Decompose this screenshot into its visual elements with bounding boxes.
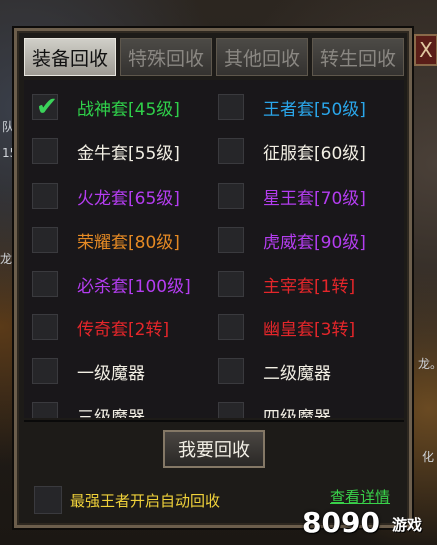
- scene-text: 龙: [0, 252, 13, 266]
- item-checkbox[interactable]: ✔: [32, 92, 58, 122]
- item-checkbox[interactable]: [218, 271, 244, 297]
- recycle-tabs: 装备回收 特殊回收 其他回收 转生回收: [24, 38, 404, 76]
- item-label: 火龙套[65级]: [77, 188, 180, 209]
- item-checkbox[interactable]: [32, 183, 58, 209]
- item-label: 四级魔器: [263, 407, 331, 419]
- divider: [24, 420, 404, 422]
- tab-other-recycle[interactable]: 其他回收: [216, 38, 308, 76]
- auto-recycle-checkbox[interactable]: [34, 486, 62, 514]
- recycle-item[interactable]: 二级魔器: [218, 356, 331, 386]
- tab-special-recycle[interactable]: 特殊回收: [120, 38, 212, 76]
- recycle-item[interactable]: 荣耀套[80级]: [32, 225, 180, 255]
- item-label: 传奇套[2转]: [77, 319, 170, 340]
- recycle-item[interactable]: 金牛套[55级]: [32, 136, 180, 166]
- recycle-button[interactable]: 我要回收: [163, 430, 265, 468]
- item-checkbox[interactable]: [32, 314, 58, 340]
- recycle-item[interactable]: 一级魔器: [32, 356, 145, 386]
- recycle-item[interactable]: 征服套[60级]: [218, 136, 366, 166]
- recycle-item[interactable]: 四级魔器: [218, 400, 331, 418]
- watermark-tag: 游戏: [392, 516, 423, 534]
- item-checkbox[interactable]: [32, 227, 58, 253]
- recycle-item[interactable]: 幽皇套[3转]: [218, 312, 355, 342]
- item-checkbox[interactable]: [218, 227, 244, 253]
- item-label: 三级魔器: [77, 407, 145, 419]
- auto-recycle-option[interactable]: 最强王者开启自动回收: [34, 486, 220, 514]
- item-label: 必杀套[100级]: [77, 276, 191, 297]
- scene-text: 龙。: [418, 357, 437, 371]
- recycle-item[interactable]: ✔ 战神套[45级]: [32, 92, 180, 122]
- close-icon: X: [419, 38, 433, 62]
- item-checkbox[interactable]: [218, 138, 244, 164]
- recycle-item[interactable]: 火龙套[65级]: [32, 181, 180, 211]
- scene-text: 化: [422, 450, 435, 464]
- item-checkbox[interactable]: [32, 138, 58, 164]
- tab-rebirth-recycle[interactable]: 转生回收: [312, 38, 404, 76]
- item-label: 王者套[50级]: [263, 99, 366, 120]
- item-checkbox[interactable]: [218, 358, 244, 384]
- recycle-item[interactable]: 必杀套[100级]: [32, 269, 191, 299]
- recycle-item[interactable]: 主宰套[1转]: [218, 269, 355, 299]
- item-checkbox[interactable]: [32, 271, 58, 297]
- item-label: 幽皇套[3转]: [263, 319, 356, 340]
- watermark-number: 8090: [302, 506, 380, 539]
- item-label: 主宰套[1转]: [263, 276, 356, 297]
- item-checkbox[interactable]: [218, 402, 244, 418]
- item-label: 一级魔器: [77, 363, 145, 384]
- item-checkbox[interactable]: [32, 402, 58, 418]
- recycle-item[interactable]: 传奇套[2转]: [32, 312, 169, 342]
- item-checkbox[interactable]: [32, 358, 58, 384]
- recycle-item[interactable]: 三级魔器: [32, 400, 145, 418]
- auto-recycle-label: 最强王者开启自动回收: [70, 491, 221, 510]
- item-label: 虎威套[90级]: [263, 232, 366, 253]
- item-label: 二级魔器: [263, 363, 331, 384]
- tab-equipment-recycle[interactable]: 装备回收: [24, 38, 116, 76]
- item-checkbox[interactable]: [218, 314, 244, 340]
- recycle-item[interactable]: 虎威套[90级]: [218, 225, 366, 255]
- scene-text: 队: [2, 120, 15, 134]
- checkmark-icon: ✔: [36, 92, 58, 122]
- recycle-item[interactable]: 王者套[50级]: [218, 92, 366, 122]
- item-checkbox[interactable]: [218, 94, 244, 120]
- recycle-item-list[interactable]: ✔ 战神套[45级] 王者套[50级] 金牛套[55级] 征服套[60级] 火龙套[65级…: [24, 80, 404, 418]
- item-label: 星王套[70级]: [263, 188, 366, 209]
- site-watermark: 8090 游戏: [302, 506, 437, 545]
- recycle-item[interactable]: 星王套[70级]: [218, 181, 366, 211]
- item-label: 征服套[60级]: [263, 143, 366, 164]
- item-label: 战神套[45级]: [77, 99, 180, 120]
- close-button[interactable]: X: [414, 34, 437, 66]
- item-checkbox[interactable]: [218, 183, 244, 209]
- item-label: 荣耀套[80级]: [77, 232, 180, 253]
- view-details-link[interactable]: 查看详情: [330, 486, 390, 507]
- item-label: 金牛套[55级]: [77, 143, 180, 164]
